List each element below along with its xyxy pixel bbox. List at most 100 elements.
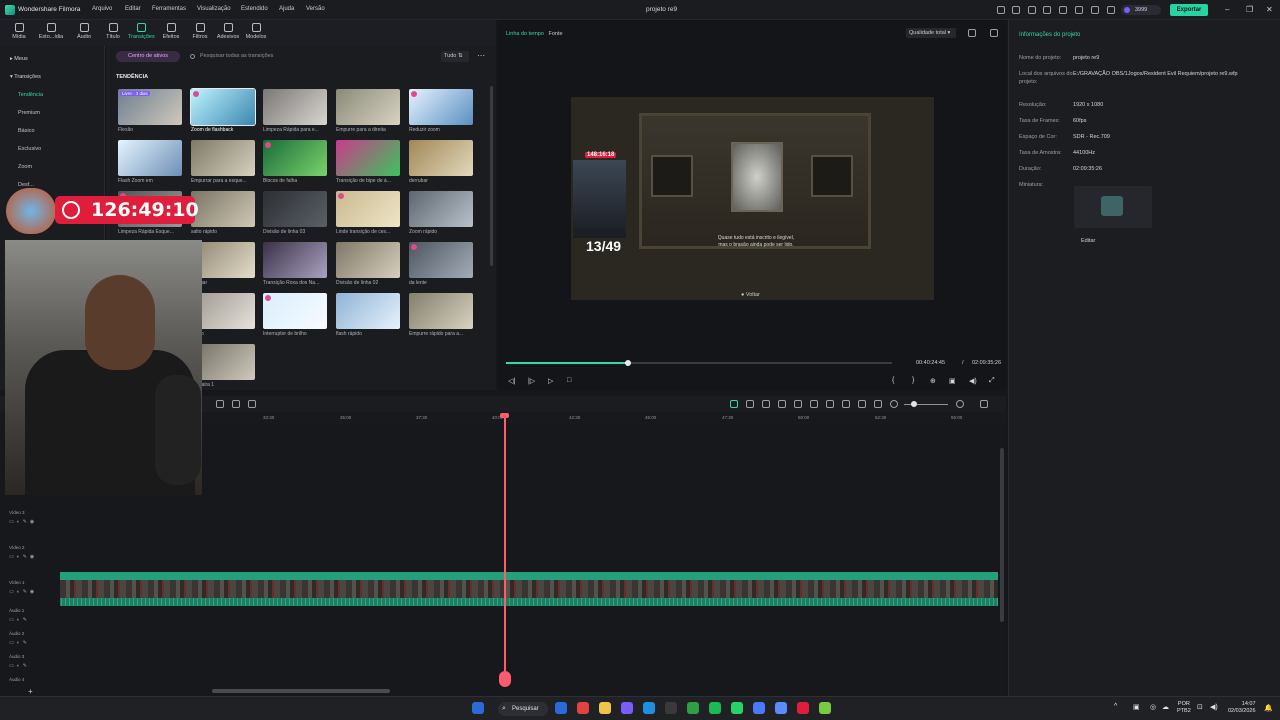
fullscreen-icon[interactable]: ⤢ (989, 377, 995, 385)
taskbar-app-icon[interactable] (665, 702, 677, 714)
maximize-icon[interactable]: ❐ (1246, 5, 1253, 14)
tab-timeline[interactable]: Linha do tempo (506, 31, 544, 37)
taskbar-app-icon[interactable] (687, 702, 699, 714)
audio-waveform[interactable] (60, 598, 998, 606)
timeline-hscroll[interactable] (212, 689, 390, 693)
search-input[interactable]: Pesquisar todas as transições (188, 51, 438, 62)
zoom-out-icon[interactable] (890, 400, 898, 408)
video-clip-header[interactable] (60, 572, 998, 580)
mic-icon[interactable] (826, 400, 834, 408)
menu-visualizacao[interactable]: Visualização (197, 6, 231, 12)
split-icon[interactable] (232, 400, 240, 408)
nav-transicoes[interactable]: ▾ Transições (10, 74, 41, 80)
start-menu-icon[interactable] (472, 702, 484, 714)
tray-app-icon[interactable]: ▣ (1133, 703, 1140, 711)
transition-thumbnail[interactable] (409, 89, 473, 125)
tray-app2-icon[interactable]: ◎ (1150, 703, 1156, 711)
transition-thumbnail[interactable] (336, 140, 400, 176)
taskbar-app-icon[interactable] (621, 702, 633, 714)
layout-icon[interactable] (968, 29, 976, 37)
transition-thumbnail[interactable] (336, 293, 400, 329)
transition-thumbnail[interactable] (409, 242, 473, 278)
mark-in-icon[interactable]: { (892, 377, 894, 384)
taskbar-app-icon[interactable] (797, 702, 809, 714)
minimize-icon[interactable]: – (1225, 5, 1229, 14)
nav-item-basico[interactable]: Básico (18, 128, 35, 134)
playhead-handle[interactable] (500, 413, 509, 418)
asset-center-button[interactable]: Centro de ativos (116, 51, 180, 62)
grid-icon[interactable] (980, 400, 988, 408)
snapshot-icon[interactable] (990, 29, 998, 37)
volume-icon[interactable]: ◀) (1210, 703, 1218, 711)
tray-chevron-icon[interactable]: ^ (1114, 703, 1117, 710)
mark-out-icon[interactable]: } (912, 377, 914, 384)
tool-adesivos[interactable]: Adesivos (215, 23, 241, 40)
video-frame[interactable]: Quase tudo está inscrito e ilegível, mas… (571, 97, 934, 300)
transition-thumbnail[interactable]: Livre · 3 dias (118, 89, 182, 125)
transition-thumbnail[interactable] (263, 191, 327, 227)
taskbar-clock[interactable]: 14:07 02/03/2026 (1228, 701, 1256, 715)
edit-thumbnail-button[interactable]: Editar (1081, 238, 1095, 244)
transition-thumbnail[interactable] (191, 140, 255, 176)
tool-filtros[interactable]: Filtros (187, 23, 213, 40)
nav-meus[interactable]: ▸ Meus (10, 56, 28, 62)
tool-transicoes[interactable]: Transições (128, 23, 155, 40)
volume-icon[interactable]: ◀) (969, 377, 977, 385)
camera-icon[interactable]: ▣ (949, 377, 956, 385)
mixer-icon[interactable] (842, 400, 850, 408)
nav-item-premium[interactable]: Premium (18, 110, 40, 116)
transition-thumbnail[interactable] (336, 242, 400, 278)
menu-estendido[interactable]: Estendido (241, 6, 268, 12)
menu-versao[interactable]: Versão (306, 6, 325, 12)
ai-icon[interactable] (730, 400, 738, 408)
prev-frame-icon[interactable]: ◁| (508, 377, 515, 385)
crop-icon[interactable] (216, 400, 224, 408)
track-controls-audio2[interactable]: ▭◐✎ (9, 640, 30, 646)
filter-dropdown[interactable]: Tudo ⇅ (441, 51, 469, 62)
transition-thumbnail[interactable] (409, 191, 473, 227)
nav-item-zoom[interactable]: Zoom (18, 164, 32, 170)
taskbar-app-icon[interactable] (555, 702, 567, 714)
menu-arquivo[interactable]: Arquivo (92, 6, 112, 12)
tool-modelos[interactable]: Modelos (243, 23, 269, 40)
track-controls-audio3[interactable]: ▭◐✎ (9, 663, 30, 669)
export-button[interactable]: Exportar (1170, 4, 1208, 16)
transition-thumbnail[interactable] (336, 89, 400, 125)
transition-thumbnail[interactable] (191, 191, 255, 227)
taskbar-search[interactable]: ⌕ Pesquisar (498, 702, 548, 716)
taskbar-app-icon[interactable] (643, 702, 655, 714)
transition-thumbnail[interactable] (263, 89, 327, 125)
language-indicator[interactable]: POR PTB2 (1177, 701, 1191, 715)
tray-cloud-icon[interactable]: ☁ (1162, 703, 1169, 711)
transition-thumbnail[interactable] (263, 242, 327, 278)
zoom-slider-knob[interactable] (911, 401, 917, 407)
taskbar-app-icon[interactable] (753, 702, 765, 714)
notification-icon[interactable] (1043, 6, 1051, 14)
track-controls-video1[interactable]: ▭◐✎◉ (9, 589, 37, 595)
tool-estoque-midia[interactable]: Esto...ídia (38, 23, 64, 40)
shield-icon[interactable] (810, 400, 818, 408)
play-icon[interactable]: ▷ (548, 377, 553, 385)
transition-thumbnail[interactable] (190, 88, 256, 126)
subtitle-icon[interactable] (874, 400, 882, 408)
close-icon[interactable]: ✕ (1266, 5, 1273, 14)
track-controls-video2[interactable]: ▭◐✎◉ (9, 554, 37, 560)
quality-dropdown[interactable]: Qualidade total ▾ (906, 28, 956, 38)
track-controls-audio1[interactable]: ▭◐✎ (9, 617, 30, 623)
video-clip-filmstrip[interactable] (60, 580, 998, 598)
taskbar-app-icon[interactable] (709, 702, 721, 714)
taskbar-app-icon[interactable] (775, 702, 787, 714)
cloud-icon[interactable] (1075, 6, 1083, 14)
taskbar-app-icon[interactable] (819, 702, 831, 714)
transition-thumbnail[interactable] (263, 293, 327, 329)
upload-icon[interactable] (1028, 6, 1036, 14)
transition-thumbnail[interactable] (118, 140, 182, 176)
progress-knob[interactable] (624, 360, 631, 366)
transition-thumbnail[interactable] (409, 293, 473, 329)
marker-icon[interactable] (762, 400, 770, 408)
menu-ajuda[interactable]: Ajuda (279, 6, 294, 12)
taskbar-app-icon[interactable] (577, 702, 589, 714)
timeline-vscroll[interactable] (1000, 448, 1004, 622)
credits-badge[interactable]: 3999 (1121, 5, 1161, 15)
speed-icon[interactable] (248, 400, 256, 408)
